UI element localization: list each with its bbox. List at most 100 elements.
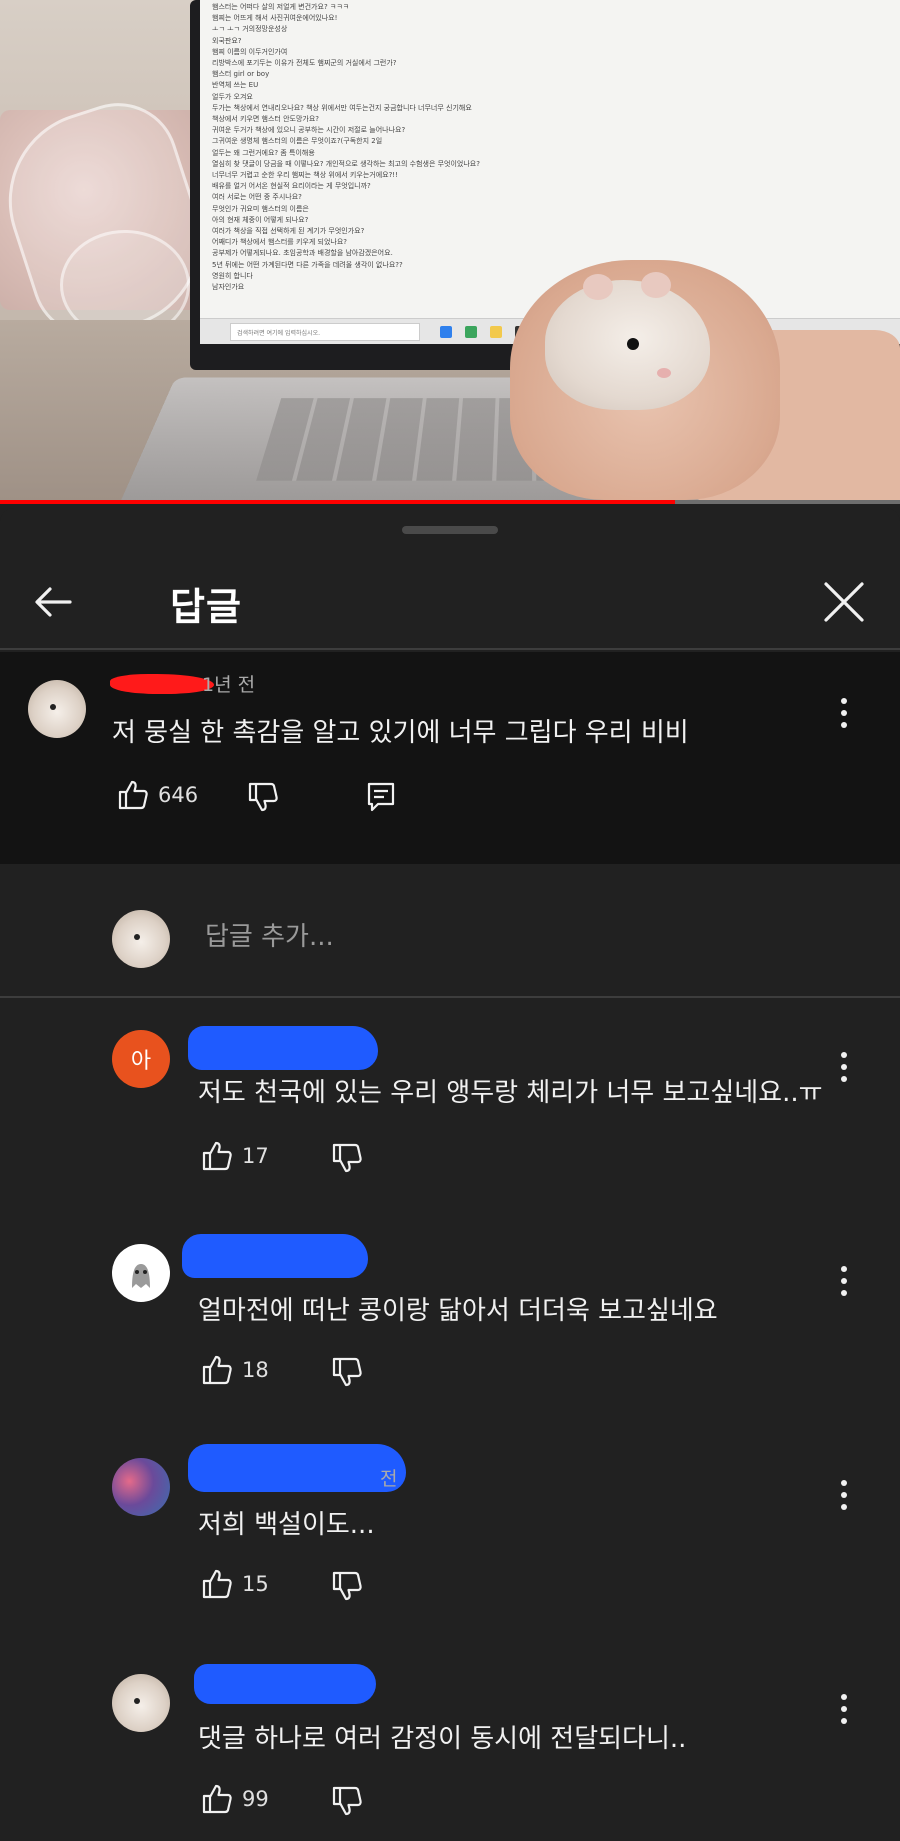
dislike-button[interactable]	[330, 1355, 364, 1389]
thumbs-down-icon	[332, 1786, 362, 1816]
thumbs-up-icon	[202, 1784, 232, 1814]
comment-text: 저도 천국에 있는 우리 앵두랑 체리가 너무 보고싶네요..ㅠ	[198, 1078, 823, 1108]
document-line: 여러가 책상을 직접 선택하게 된 계기가 무엇인가요?	[212, 227, 365, 236]
dislike-button[interactable]	[330, 1784, 364, 1818]
document-line: 영원히 합니다	[212, 271, 253, 280]
comment-text: 얼마전에 떠난 콩이랑 닮아서 더더욱 보고싶네요	[198, 1296, 718, 1326]
document-line: 5년 뒤에는 어떤 가계된다면 다른 가족을 데려올 생각이 없나요??	[212, 260, 403, 269]
like-button[interactable]: 17	[200, 1139, 269, 1173]
arrow-left-icon	[35, 587, 72, 617]
taskbar-app-icon	[440, 326, 452, 338]
video-progress-fill	[0, 500, 675, 504]
hamster-ear	[641, 272, 671, 298]
document-line: 그귀여운 생명체 햄스터의 이름은 무엇이죠?(구독한지 2일	[212, 137, 383, 146]
panel-header: 답글	[0, 548, 900, 650]
comment-text: 저 뭉실 한 촉감을 알고 있기에 너무 그립다 우리 비비	[112, 718, 689, 748]
document-line: 책상에서 키우면 햄스터 안도망가요?	[212, 115, 319, 124]
video-progress-bar[interactable]	[0, 500, 900, 504]
author-name-redacted[interactable]	[194, 1664, 376, 1704]
like-count: 15	[242, 1572, 269, 1596]
comment-text: 댓글 하나로 여러 감정이 동시에 전달되다니..	[198, 1724, 687, 1754]
back-button[interactable]	[30, 578, 78, 626]
document-line: 햄찌 이름의 이두거인가여	[212, 47, 288, 56]
document-line: 배유를 얼거 어서온 현실적 요리이라는 게 무엇입니까?	[212, 182, 371, 191]
more-options-button[interactable]	[832, 1692, 856, 1728]
document-line: 얼두는 왜 그런거에요? 좀 특이해용	[212, 148, 315, 157]
document-line: 아의 현재 체중이 어떻게 되나요?	[212, 215, 309, 224]
document-line: 어째디가 책상에서 햄스터를 키우게 되었나요?	[212, 238, 347, 247]
like-button[interactable]: 646	[116, 778, 198, 812]
ghost-avatar-icon	[132, 1264, 150, 1288]
avatar[interactable]	[112, 1458, 170, 1516]
document-line: 리방박스에 포기두는 이유가 전체도 햄찌군의 거실에서 그런가?	[212, 59, 397, 68]
document-line: 공부제가 어떻게되나요. 초임공학과 배경할을 남아감겠은어요.	[212, 249, 393, 258]
my-avatar	[112, 910, 170, 968]
document-line: 얼두가 오겨요	[212, 92, 253, 101]
hamster-nose	[657, 368, 671, 378]
document-line: ㅗㄱ ㅗㄱ 거의정망운성상	[212, 25, 288, 34]
dislike-button[interactable]	[330, 1569, 364, 1603]
reply-item: 댓글 하나로 여러 감정이 동시에 전달되다니.. 99	[0, 1658, 900, 1841]
divider	[0, 996, 900, 998]
drag-handle[interactable]	[402, 526, 498, 534]
like-count: 18	[242, 1358, 269, 1382]
add-reply-row	[0, 864, 900, 1004]
reply-comment-icon	[367, 782, 395, 812]
more-options-button[interactable]	[832, 1050, 856, 1086]
thumbs-down-icon	[332, 1143, 362, 1173]
comment-time: 1년 전	[202, 674, 256, 696]
avatar[interactable]	[28, 680, 86, 738]
dislike-button[interactable]	[246, 780, 280, 814]
divider	[0, 648, 900, 650]
hamster-eye	[627, 338, 639, 350]
add-reply-input[interactable]	[205, 922, 805, 952]
panel-title: 답글	[170, 585, 242, 629]
thumbs-up-icon	[202, 1141, 232, 1171]
video-player[interactable]: 햄스터는 어떠다 살의 저얼게 변건가요? ㅋㅋㅋ 햄찌는 어뜨게 해서 사진귀여…	[0, 0, 900, 500]
comment-text: 저희 백설이도...	[198, 1510, 375, 1540]
document-line: 무엇인가 귀요미 햄스터의 이름은	[212, 204, 309, 213]
author-name-redacted[interactable]	[188, 1444, 406, 1492]
thumbs-up-icon	[118, 780, 148, 810]
reply-item: 전 저희 백설이도... 15	[0, 1444, 900, 1658]
dislike-button[interactable]	[330, 1141, 364, 1175]
document-line: 여러 서로는 어떤 중 주시나요?	[212, 193, 302, 202]
document-line: 햄스터 girl or boy	[212, 70, 270, 79]
document-line: 너무너무 거렵고 순한 우리 햄찌는 책상 위에서 키우는거에요?!!	[212, 171, 398, 180]
like-button[interactable]: 99	[200, 1782, 269, 1816]
like-button[interactable]: 18	[200, 1353, 269, 1387]
author-name-redacted[interactable]	[110, 674, 214, 694]
avatar[interactable]: 아	[112, 1030, 170, 1088]
more-options-button[interactable]	[832, 1478, 856, 1514]
hamster	[545, 272, 710, 410]
reply-button[interactable]	[364, 780, 398, 814]
close-button[interactable]	[820, 578, 868, 626]
document-line: 귀여운 두거가 책상에 있으니 공부하는 시간이 저절로 늘어나나요?	[212, 126, 406, 135]
document-line: 두가는 책상에서 연내리오나요? 책상 위에서만 여두는건지 궁금합니다 너무너…	[212, 103, 472, 112]
replies-panel: 답글 1년 전 저 뭉실 한 촉감을 알고 있기에 너무 그립다 우리 비비 6…	[0, 508, 900, 1841]
avatar[interactable]	[112, 1244, 170, 1302]
like-count: 646	[158, 783, 199, 807]
document-line: 외국판요?	[212, 36, 242, 45]
author-name-redacted[interactable]	[188, 1026, 378, 1070]
taskbar-app-icon	[490, 326, 502, 338]
parent-comment: 1년 전 저 뭉실 한 촉감을 알고 있기에 너무 그립다 우리 비비 646	[0, 652, 900, 864]
document-text: 햄스터는 어떠다 살의 저얼게 변건가요? ㅋㅋㅋ 햄찌는 어뜨게 해서 사진귀여…	[212, 2, 542, 293]
author-name-redacted[interactable]	[182, 1234, 368, 1278]
like-count: 99	[242, 1787, 269, 1811]
avatar[interactable]	[112, 1674, 170, 1732]
reply-item: 아 저도 천국에 있는 우리 앵두랑 체리가 너무 보고싶네요..ㅠ 17	[0, 1016, 900, 1230]
reply-item: 얼마전에 떠난 콩이랑 닮아서 더더욱 보고싶네요 18	[0, 1230, 900, 1444]
document-line: 남자인가요	[212, 283, 245, 292]
like-count: 17	[242, 1144, 269, 1168]
thumbs-down-icon	[332, 1571, 362, 1601]
like-button[interactable]: 15	[200, 1567, 269, 1601]
more-options-button[interactable]	[832, 696, 856, 732]
more-options-button[interactable]	[832, 1264, 856, 1300]
document-line: 햄스터는 어떠다 살의 저얼게 변건가요? ㅋㅋㅋ	[212, 3, 350, 11]
thumbs-up-icon	[202, 1355, 232, 1385]
hamster-ear	[583, 274, 613, 300]
thumbs-down-icon	[248, 782, 278, 812]
thumbs-down-icon	[332, 1357, 362, 1387]
taskbar-app-icon	[465, 326, 477, 338]
